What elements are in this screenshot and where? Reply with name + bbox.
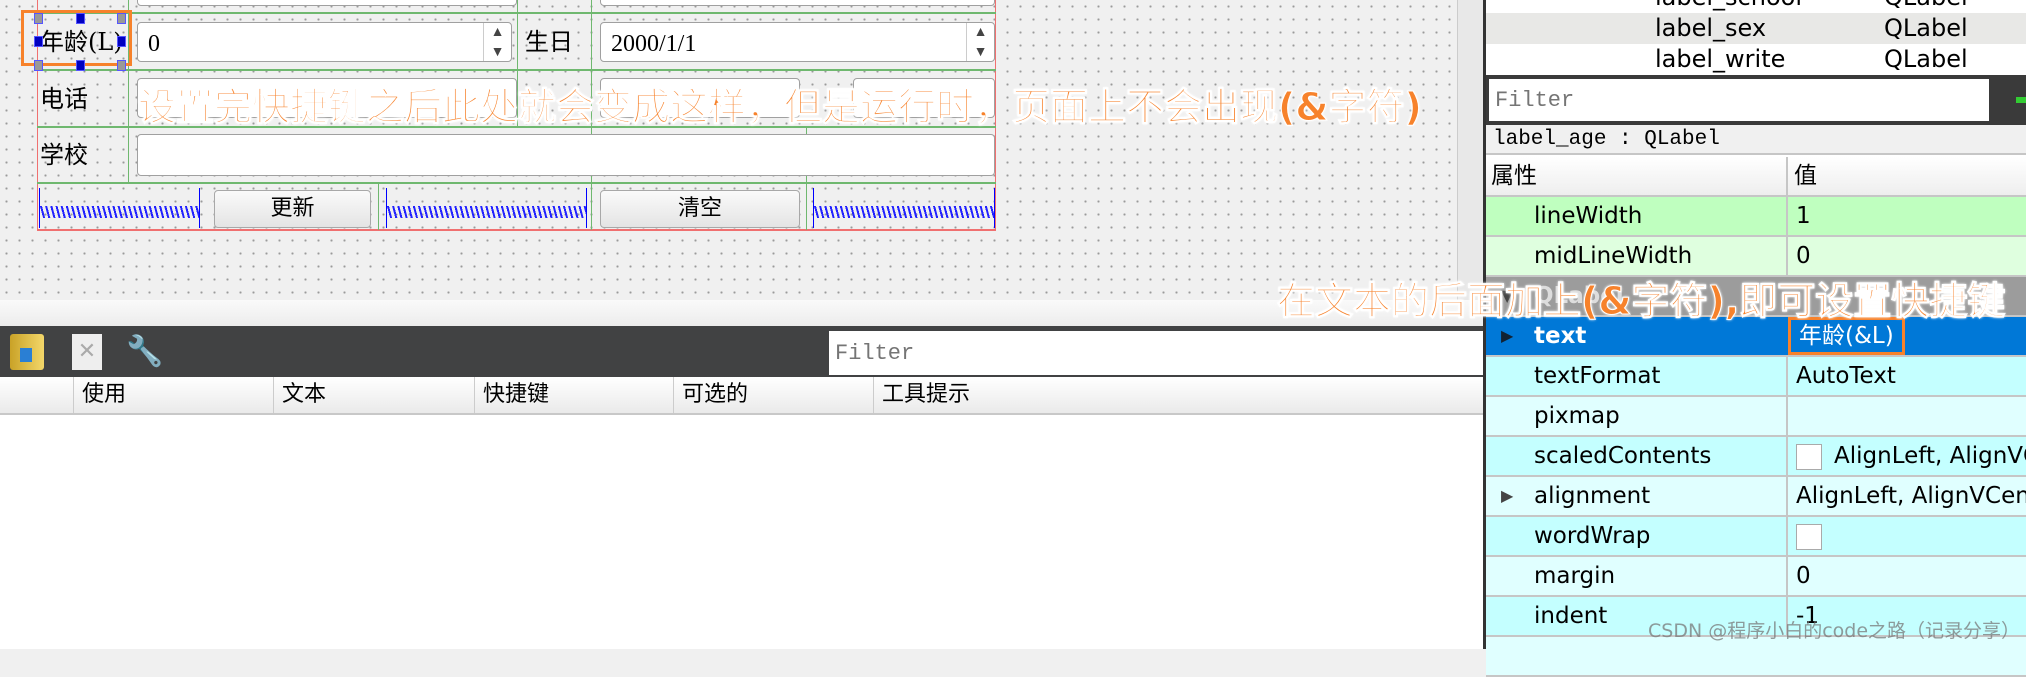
header-property[interactable]: 属性: [1491, 157, 1537, 195]
selected-object-label: label_age : QLabel: [1486, 125, 2026, 155]
wrench-settings-icon[interactable]: 🔧▼: [126, 332, 166, 404]
header-value[interactable]: 值: [1786, 157, 1817, 197]
property-value[interactable]: 0: [1786, 557, 2026, 595]
form-designer-canvas[interactable]: 年龄(L) 0 ▲ ▼ 生日 2000/1/1 ▲ ▼ 电话 学校 更新 清空: [0, 0, 1457, 300]
age-value: 0: [148, 31, 160, 57]
property-name: lineWidth: [1534, 203, 1643, 229]
checkbox[interactable]: [1796, 523, 1822, 550]
spin-arrows-icon[interactable]: ▲ ▼: [483, 23, 511, 61]
name-input[interactable]: [137, 0, 517, 6]
resize-handle[interactable]: [76, 13, 85, 24]
delete-action-icon[interactable]: ✕: [72, 334, 102, 370]
action-editor-panel: ✕ 🔧▼ 使用 文本 快捷键 可选的 工具提示: [0, 300, 1483, 649]
filter-bar: [1486, 75, 2026, 125]
object-name: label_school: [1655, 0, 1802, 13]
object-class: QLabel: [1884, 14, 1968, 42]
object-name: label_write: [1655, 45, 1786, 73]
top-right-input[interactable]: [600, 0, 995, 6]
splitter[interactable]: [0, 300, 1483, 326]
annotation-form-note: 设置完快捷键之后此处就会变成这样，但是运行时，页面上不会出现(&字符): [138, 85, 1423, 130]
annotation-property-note: 在文本的后面加上(&字符),即可设置快捷键: [1276, 279, 2006, 324]
object-class: QLabel: [1884, 45, 1968, 73]
property-name: pixmap: [1534, 403, 1620, 429]
birthday-value: 2000/1/1: [611, 31, 697, 57]
property-value[interactable]: AutoText: [1786, 357, 2026, 395]
property-row-textformat[interactable]: textFormat AutoText: [1486, 357, 2026, 397]
resize-handle[interactable]: [117, 60, 126, 71]
new-action-icon[interactable]: [10, 334, 44, 370]
school-input[interactable]: [137, 134, 995, 176]
property-row-linewidth[interactable]: lineWidth 1: [1486, 197, 2026, 237]
grid-line: [37, 182, 996, 184]
horizontal-spacer[interactable]: [386, 188, 587, 228]
layout-border: [37, 229, 996, 231]
action-table-header: 使用 文本 快捷键 可选的 工具提示: [0, 377, 1483, 415]
property-name: scaledContents: [1534, 443, 1712, 469]
property-name: textFormat: [1534, 363, 1661, 389]
object-class: QLabel: [1884, 0, 1968, 13]
expand-arrow-icon[interactable]: ▶: [1501, 477, 1513, 515]
vertical-scrollbar[interactable]: [1457, 0, 1483, 300]
property-name: indent: [1534, 603, 1608, 629]
resize-handle[interactable]: [117, 36, 126, 47]
birthday-label: 生日: [525, 28, 573, 56]
column-header-shortcut[interactable]: 快捷键: [474, 377, 673, 413]
object-row[interactable]: label_sex QLabel: [1486, 13, 2026, 44]
property-row-margin[interactable]: margin 0: [1486, 557, 2026, 597]
property-name: alignment: [1534, 483, 1651, 509]
property-value[interactable]: 1: [1786, 197, 2026, 235]
resize-handle[interactable]: [34, 60, 43, 71]
property-row-scaledcontents[interactable]: scaledContents AlignLeft, AlignVCenter: [1486, 437, 2026, 477]
property-row-alignment[interactable]: ▶ alignment AlignLeft, AlignVCenter: [1486, 477, 2026, 517]
school-label: 学校: [40, 141, 88, 169]
property-value[interactable]: [1786, 517, 2026, 555]
property-name: wordWrap: [1534, 523, 1651, 549]
property-value[interactable]: AlignLeft, AlignVCenter: [1786, 437, 2026, 475]
resize-handle[interactable]: [117, 13, 126, 24]
update-button[interactable]: 更新: [214, 190, 371, 228]
horizontal-spacer[interactable]: [813, 188, 995, 228]
object-row[interactable]: label_school QLabel: [1486, 0, 2026, 13]
grid-line: [378, 182, 379, 230]
column-header-text[interactable]: 文本: [273, 377, 474, 413]
property-row-partial[interactable]: [1486, 637, 2026, 677]
phone-label: 电话: [40, 85, 88, 113]
object-name: label_sex: [1655, 14, 1767, 42]
property-value[interactable]: AlignLeft, AlignVCenter: [1786, 477, 2026, 515]
checkbox[interactable]: [1796, 443, 1822, 470]
property-row-wordwrap[interactable]: wordWrap: [1486, 517, 2026, 557]
resize-handle[interactable]: [76, 60, 85, 71]
overflow-text: AlignLeft, AlignVCenter: [1834, 443, 2026, 469]
column-header-checkable[interactable]: 可选的: [673, 377, 873, 413]
action-filter-input[interactable]: [829, 331, 1483, 375]
property-value[interactable]: [1786, 397, 2026, 435]
property-filter-input[interactable]: [1489, 79, 1989, 121]
property-row-pixmap[interactable]: pixmap: [1486, 397, 2026, 437]
column-header-used[interactable]: 使用: [73, 377, 273, 413]
add-icon[interactable]: [2016, 97, 2026, 103]
watermark: CSDN @程序小白的code之路（记录分享）: [1648, 620, 2021, 642]
object-row[interactable]: label_write QLabel: [1486, 44, 2026, 75]
clear-button[interactable]: 清空: [600, 190, 800, 228]
property-table-header: 属性 值: [1486, 157, 2026, 197]
age-label[interactable]: 年龄(L): [40, 25, 123, 59]
property-name: margin: [1534, 563, 1616, 589]
column-header[interactable]: [0, 377, 73, 413]
horizontal-spacer[interactable]: [39, 188, 200, 228]
age-spinbox[interactable]: 0 ▲ ▼: [137, 22, 512, 62]
action-toolbar: ✕ 🔧▼: [0, 326, 1483, 404]
resize-handle[interactable]: [34, 13, 43, 24]
column-header-tooltip[interactable]: 工具提示: [873, 377, 1483, 413]
birthday-date-edit[interactable]: 2000/1/1 ▲ ▼: [600, 22, 995, 62]
spin-arrows-icon[interactable]: ▲ ▼: [966, 23, 994, 61]
resize-handle[interactable]: [34, 36, 43, 47]
